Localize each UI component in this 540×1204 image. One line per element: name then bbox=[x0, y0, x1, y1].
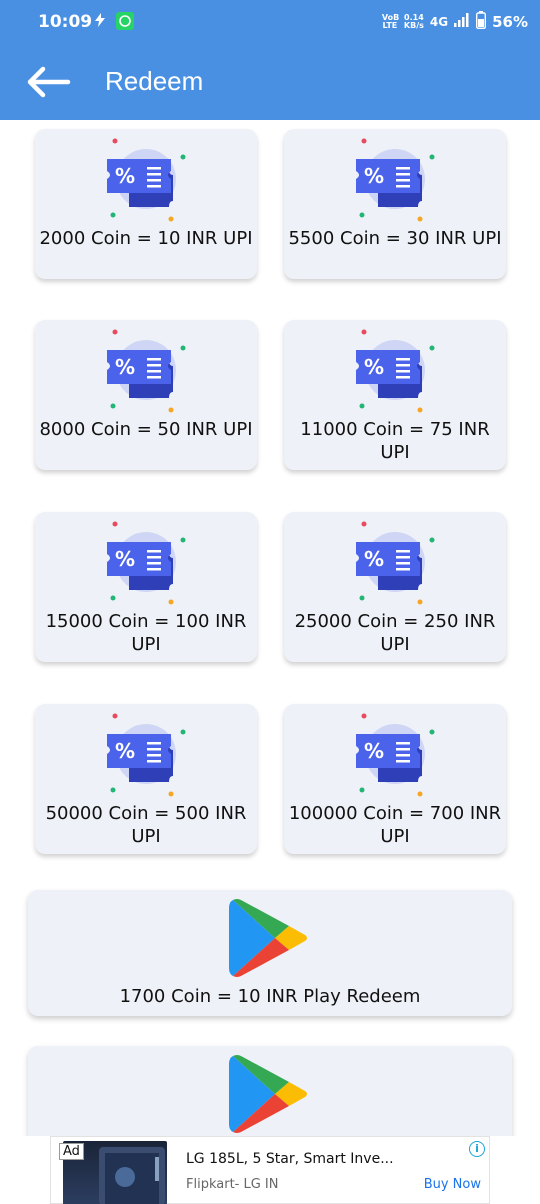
network-type: 4G bbox=[429, 15, 449, 29]
back-arrow-icon[interactable] bbox=[26, 66, 72, 98]
reward-label: 11000 Coin = 75 INR UPI bbox=[300, 419, 490, 463]
ad-banner[interactable]: Ad LG 185L, 5 Star, Smart Inve... Flipka… bbox=[50, 1136, 490, 1204]
svg-text:%: % bbox=[364, 547, 384, 571]
coupon-icon: % bbox=[107, 521, 186, 605]
svg-text:%: % bbox=[364, 739, 384, 763]
network-speed: 0.14 KB/s bbox=[403, 13, 424, 30]
coupon-icon: % bbox=[107, 329, 186, 413]
reward-label: 50000 Coin = 500 INR UPI bbox=[45, 803, 247, 847]
ad-advertiser: Flipkart- LG IN bbox=[186, 1177, 279, 1192]
svg-text:%: % bbox=[115, 739, 135, 763]
play-redeem-label: 1700 Coin = 10 INR Play Redeem bbox=[119, 986, 421, 1007]
ad-info-icon[interactable]: i bbox=[469, 1141, 485, 1157]
ad-headline[interactable]: LG 185L, 5 Star, Smart Inve... bbox=[186, 1151, 394, 1167]
reward-label: 2000 Coin = 10 INR UPI bbox=[39, 228, 253, 249]
coupon-icon: % bbox=[356, 521, 435, 605]
svg-text:%: % bbox=[115, 164, 135, 188]
flash-notification-icon bbox=[94, 13, 106, 31]
reward-label: 15000 Coin = 100 INR UPI bbox=[45, 611, 247, 655]
svg-text:%: % bbox=[115, 547, 135, 571]
battery-icon bbox=[476, 11, 487, 33]
coupon-icon: % bbox=[356, 713, 435, 797]
google-play-icon bbox=[229, 899, 307, 977]
signal-icon bbox=[454, 13, 470, 31]
reward-label: 100000 Coin = 700 INR UPI bbox=[288, 803, 502, 847]
reward-card-15000[interactable]: % 15000 Coin = 100 INR UPI bbox=[35, 512, 257, 662]
coupon-icon: % bbox=[107, 713, 186, 797]
play-redeem-card-2[interactable] bbox=[28, 1046, 512, 1136]
page-title: Redeem bbox=[105, 66, 204, 96]
reward-label: 5500 Coin = 30 INR UPI bbox=[288, 228, 502, 249]
reward-label: 25000 Coin = 250 INR UPI bbox=[294, 611, 496, 655]
reward-card-50000[interactable]: % 50000 Coin = 500 INR UPI bbox=[35, 704, 257, 854]
reward-card-5500[interactable]: % 5500 Coin = 30 INR UPI bbox=[284, 129, 506, 279]
coupon-icon: % bbox=[356, 138, 435, 222]
coupon-icon: % bbox=[356, 329, 435, 413]
status-bar: 10:09 VoB LTE 0.14 KB/s 4G 56% bbox=[0, 0, 540, 44]
ad-label: Ad bbox=[59, 1143, 84, 1160]
status-time: 10:09 bbox=[38, 12, 93, 32]
reward-card-8000[interactable]: % 8000 Coin = 50 INR UPI bbox=[35, 320, 257, 470]
reward-list[interactable]: % 2000 Coin = 10 INR UPI % 5500 Coin = 3… bbox=[0, 120, 540, 1136]
whatsapp-notification-icon bbox=[116, 12, 134, 34]
reward-card-25000[interactable]: % 25000 Coin = 250 INR UPI bbox=[284, 512, 506, 662]
reward-card-100000[interactable]: % 100000 Coin = 700 INR UPI bbox=[284, 704, 506, 854]
volte-indicator: VoB LTE bbox=[381, 13, 400, 30]
battery-percentage: 56% bbox=[492, 13, 528, 31]
reward-card-11000[interactable]: % 11000 Coin = 75 INR UPI bbox=[284, 320, 506, 470]
svg-text:%: % bbox=[364, 355, 384, 379]
ad-buy-now-button[interactable]: Buy Now bbox=[424, 1177, 481, 1192]
play-redeem-card-1700[interactable]: 1700 Coin = 10 INR Play Redeem bbox=[28, 890, 512, 1016]
svg-text:%: % bbox=[115, 355, 135, 379]
coupon-icon: % bbox=[107, 138, 186, 222]
svg-text:%: % bbox=[364, 164, 384, 188]
reward-label: 8000 Coin = 50 INR UPI bbox=[39, 419, 253, 440]
reward-card-2000[interactable]: % 2000 Coin = 10 INR UPI bbox=[35, 129, 257, 279]
google-play-icon bbox=[229, 1055, 307, 1133]
app-bar: Redeem bbox=[0, 44, 540, 120]
